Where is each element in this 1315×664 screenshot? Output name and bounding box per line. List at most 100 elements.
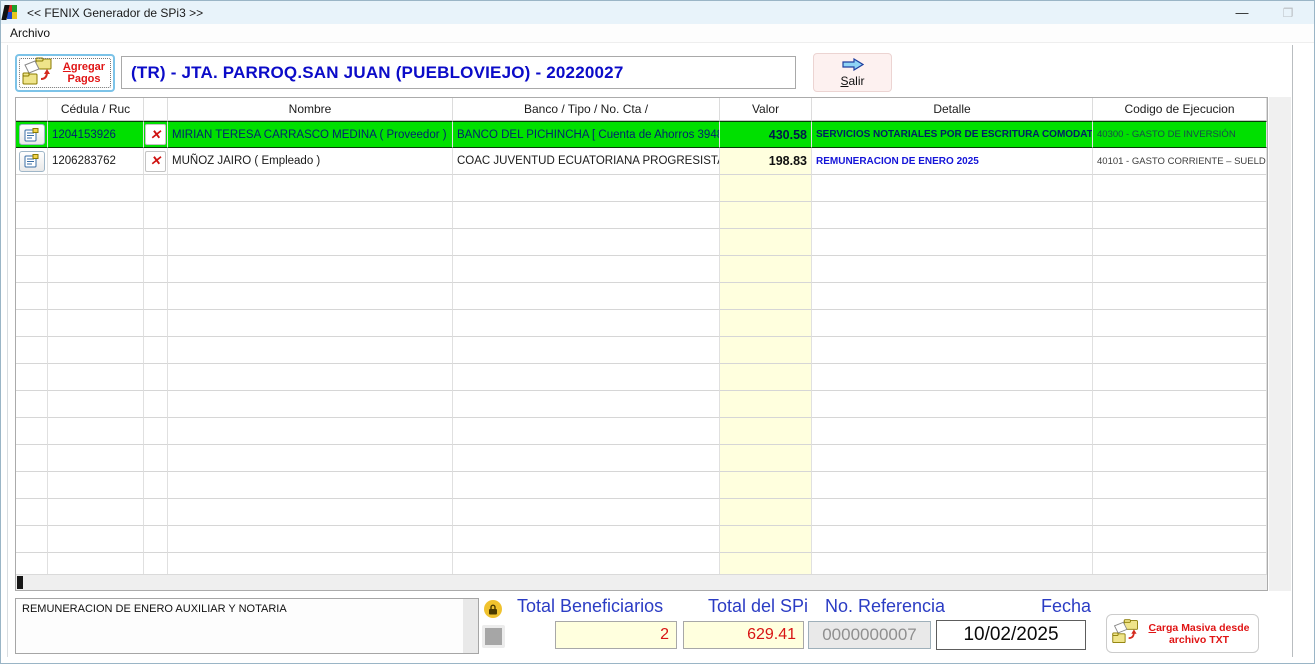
- empty-cell-cedula: [48, 526, 144, 553]
- empty-cell-codigo: [1093, 229, 1267, 256]
- agregar-pagos-button[interactable]: AgregarPagos: [15, 54, 115, 92]
- cell-banco: COAC JUVENTUD ECUATORIANA PROGRESISTA LT…: [453, 148, 720, 175]
- empty-cell-detalle: [812, 364, 1093, 391]
- empty-cell-delete: [144, 337, 168, 364]
- empty-table-row: [16, 553, 1267, 575]
- empty-cell-detalle: [812, 391, 1093, 418]
- vertical-scrollbar[interactable]: [1269, 97, 1291, 591]
- empty-table-row: [16, 256, 1267, 283]
- empty-cell-delete: [144, 310, 168, 337]
- empty-cell-valor: [720, 283, 812, 310]
- empty-cell-nombre: [168, 175, 453, 202]
- edit-row-button[interactable]: [19, 151, 45, 172]
- empty-cell-banco: [453, 229, 720, 256]
- empty-cell-banco: [453, 472, 720, 499]
- empty-table-row: [16, 445, 1267, 472]
- app-window: << FENIX Generador de SPi3 >> — ❐ Archiv…: [0, 0, 1315, 664]
- empty-cell-nombre: [168, 445, 453, 472]
- menu-archivo[interactable]: Archivo: [1, 26, 59, 40]
- empty-cell-delete: [144, 256, 168, 283]
- empty-cell-delete: [144, 283, 168, 310]
- empty-cell-edit: [16, 283, 48, 310]
- cell-banco: BANCO DEL PICHINCHA [ Cuenta de Ahorros …: [453, 121, 720, 148]
- empty-cell-detalle: [812, 175, 1093, 202]
- cell-delete: ✕: [144, 121, 168, 148]
- column-header-codigo[interactable]: Codigo de Ejecucion: [1093, 98, 1267, 121]
- column-header-detalle[interactable]: Detalle: [812, 98, 1093, 121]
- empty-cell-banco: [453, 526, 720, 553]
- empty-cell-banco: [453, 283, 720, 310]
- total-spi-value: 629.41: [683, 621, 804, 649]
- fecha-input[interactable]: 10/02/2025: [936, 620, 1086, 650]
- empty-cell-cedula: [48, 418, 144, 445]
- empty-table-row: [16, 391, 1267, 418]
- empty-cell-codigo: [1093, 499, 1267, 526]
- table-body: 1204153926✕MIRIAN TERESA CARRASCO MEDINA…: [16, 121, 1267, 575]
- cell-detalle: SERVICIOS NOTARIALES POR DE ESCRITURA CO…: [812, 121, 1093, 148]
- cell-cedula: 1206283762: [48, 148, 144, 175]
- empty-cell-banco: [453, 445, 720, 472]
- empty-cell-detalle: [812, 472, 1093, 499]
- column-header-delete[interactable]: [144, 98, 168, 121]
- cell-edit: [16, 121, 48, 148]
- empty-cell-valor: [720, 391, 812, 418]
- empty-cell-codigo: [1093, 310, 1267, 337]
- empty-cell-cedula: [48, 175, 144, 202]
- empty-cell-banco: [453, 310, 720, 337]
- empty-cell-nombre: [168, 229, 453, 256]
- gray-square-button[interactable]: [482, 625, 505, 648]
- empty-cell-detalle: [812, 283, 1093, 310]
- empty-cell-banco: [453, 499, 720, 526]
- memo-scrollbar[interactable]: [463, 599, 478, 653]
- column-header-edit[interactable]: [16, 98, 48, 121]
- empty-cell-detalle: [812, 256, 1093, 283]
- menu-bar: Archivo: [1, 24, 1314, 43]
- empty-cell-codigo: [1093, 472, 1267, 499]
- cell-detalle: REMUNERACION DE ENERO 2025: [812, 148, 1093, 175]
- column-header-banco[interactable]: Banco / Tipo / No. Cta /: [453, 98, 720, 121]
- empty-cell-edit: [16, 256, 48, 283]
- restore-button[interactable]: ❐: [1268, 1, 1308, 24]
- agregar-pagos-label: AgregarPagos: [59, 61, 109, 85]
- exit-arrow-icon: [842, 58, 864, 74]
- empty-cell-delete: [144, 364, 168, 391]
- empty-cell-cedula: [48, 229, 144, 256]
- salir-button[interactable]: Salir: [813, 53, 892, 92]
- app-icon: [7, 5, 22, 20]
- total-beneficiarios-value: 2: [555, 621, 677, 649]
- table-row[interactable]: 1206283762✕MUÑOZ JAIRO ( Empleado )COAC …: [16, 148, 1267, 175]
- empty-cell-detalle: [812, 229, 1093, 256]
- payments-table: Cédula / Ruc NombreBanco / Tipo / No. Cta…: [15, 97, 1268, 591]
- empty-cell-delete: [144, 553, 168, 575]
- empty-cell-banco: [453, 553, 720, 575]
- referencia-label: No. Referencia: [825, 596, 945, 617]
- column-header-nombre[interactable]: Nombre: [168, 98, 453, 121]
- panel-edge-left: [7, 45, 8, 657]
- column-header-valor[interactable]: Valor: [720, 98, 812, 121]
- batch-title-field[interactable]: (TR) - JTA. PARROQ.SAN JUAN (PUEBLOVIEJO…: [121, 56, 796, 89]
- delete-row-button[interactable]: ✕: [145, 124, 166, 145]
- minimize-button[interactable]: —: [1222, 1, 1262, 24]
- empty-cell-valor: [720, 256, 812, 283]
- empty-cell-valor: [720, 526, 812, 553]
- empty-cell-delete: [144, 526, 168, 553]
- empty-cell-detalle: [812, 202, 1093, 229]
- edit-row-button[interactable]: [19, 124, 45, 145]
- column-header-cedula[interactable]: Cédula / Ruc: [48, 98, 144, 121]
- cell-nombre: MIRIAN TERESA CARRASCO MEDINA ( Proveedo…: [168, 121, 453, 148]
- fecha-label: Fecha: [1041, 596, 1091, 617]
- empty-cell-edit: [16, 229, 48, 256]
- total-spi-label: Total del SPi: [708, 596, 808, 617]
- table-row[interactable]: 1204153926✕MIRIAN TERESA CARRASCO MEDINA…: [16, 121, 1267, 148]
- empty-cell-detalle: [812, 526, 1093, 553]
- memo-textarea[interactable]: REMUNERACION DE ENERO AUXILIAR Y NOTARIA: [15, 598, 479, 654]
- empty-cell-edit: [16, 310, 48, 337]
- empty-cell-edit: [16, 553, 48, 575]
- empty-table-row: [16, 472, 1267, 499]
- delete-row-button[interactable]: ✕: [145, 151, 166, 172]
- horizontal-scrollbar[interactable]: [16, 574, 1267, 590]
- carga-masiva-button[interactable]: Carga Masiva desdearchivo TXT: [1106, 614, 1259, 653]
- empty-table-row: [16, 418, 1267, 445]
- horizontal-scrollbar-thumb[interactable]: [17, 576, 23, 589]
- empty-cell-codigo: [1093, 364, 1267, 391]
